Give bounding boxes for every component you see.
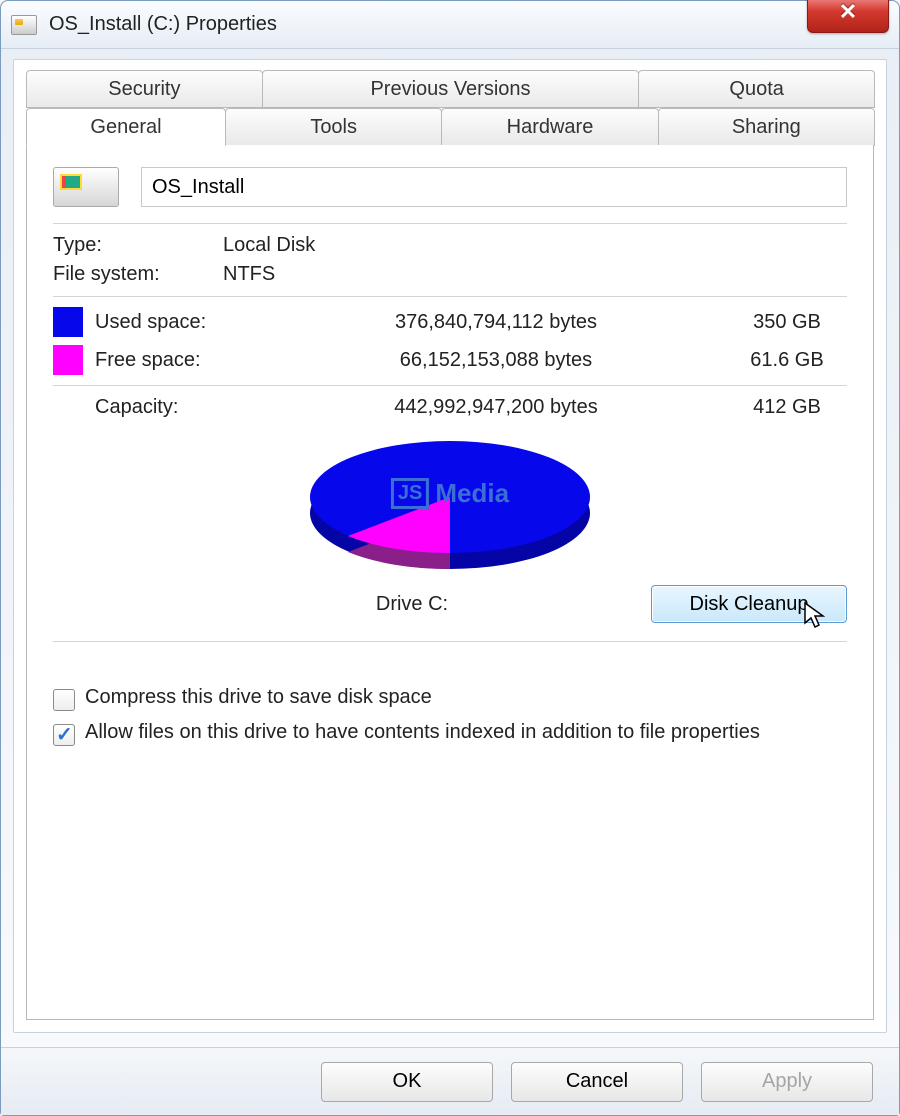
tab-security[interactable]: Security <box>26 70 263 108</box>
properties-window: OS_Install (C:) Properties ✕ Security Pr… <box>0 0 900 1116</box>
capacity-gb: 412 GB <box>727 396 847 419</box>
used-color-swatch <box>53 307 83 337</box>
window-title: OS_Install (C:) Properties <box>49 13 277 36</box>
capacity-label: Capacity: <box>53 396 265 419</box>
free-color-swatch <box>53 345 83 375</box>
tab-hardware[interactable]: Hardware <box>441 108 658 146</box>
tab-sharing[interactable]: Sharing <box>658 108 875 146</box>
capacity-bytes: 442,992,947,200 bytes <box>265 396 727 419</box>
titlebar: OS_Install (C:) Properties <box>1 1 899 49</box>
type-value: Local Disk <box>223 234 315 257</box>
content-frame: Security Previous Versions Quota General… <box>13 59 887 1033</box>
used-gb: 350 GB <box>727 311 847 334</box>
index-label: Allow files on this drive to have conten… <box>85 721 760 744</box>
fs-label: File system: <box>53 263 223 286</box>
free-gb: 61.6 GB <box>727 349 847 372</box>
drive-icon <box>11 15 37 35</box>
disk-cleanup-button[interactable]: Disk Cleanup <box>651 585 847 623</box>
tab-tools[interactable]: Tools <box>225 108 442 146</box>
free-bytes: 66,152,153,088 bytes <box>265 349 727 372</box>
tab-quota[interactable]: Quota <box>638 70 875 108</box>
drive-icon-large <box>53 167 119 207</box>
compress-checkbox[interactable] <box>53 689 75 711</box>
free-label: Free space: <box>95 349 265 372</box>
fs-value: NTFS <box>223 263 275 286</box>
separator <box>53 296 847 297</box>
separator <box>53 385 847 386</box>
separator <box>53 223 847 224</box>
general-panel: Type: Local Disk File system: NTFS Used … <box>26 145 874 1020</box>
apply-button[interactable]: Apply <box>701 1062 873 1102</box>
used-label: Used space: <box>95 311 265 334</box>
tabs-row-1: Security Previous Versions Quota <box>26 70 874 108</box>
close-button[interactable]: ✕ <box>807 0 889 33</box>
pie-chart-area: JS Media <box>53 423 847 593</box>
dialog-footer: OK Cancel Apply <box>1 1047 899 1115</box>
watermark-text: Media <box>435 478 509 509</box>
used-bytes: 376,840,794,112 bytes <box>265 311 727 334</box>
drive-name-input[interactable] <box>141 167 847 207</box>
index-checkbox[interactable] <box>53 724 75 746</box>
cancel-button[interactable]: Cancel <box>511 1062 683 1102</box>
compress-label: Compress this drive to save disk space <box>85 686 432 709</box>
watermark: JS Media <box>391 478 509 509</box>
tab-general[interactable]: General <box>26 108 226 146</box>
separator <box>53 641 847 642</box>
ok-button[interactable]: OK <box>321 1062 493 1102</box>
tab-previous-versions[interactable]: Previous Versions <box>262 70 640 108</box>
watermark-box: JS <box>391 478 429 509</box>
tabs-row-2: General Tools Hardware Sharing <box>26 108 874 146</box>
type-label: Type: <box>53 234 223 257</box>
drive-label: Drive C: <box>53 593 651 616</box>
